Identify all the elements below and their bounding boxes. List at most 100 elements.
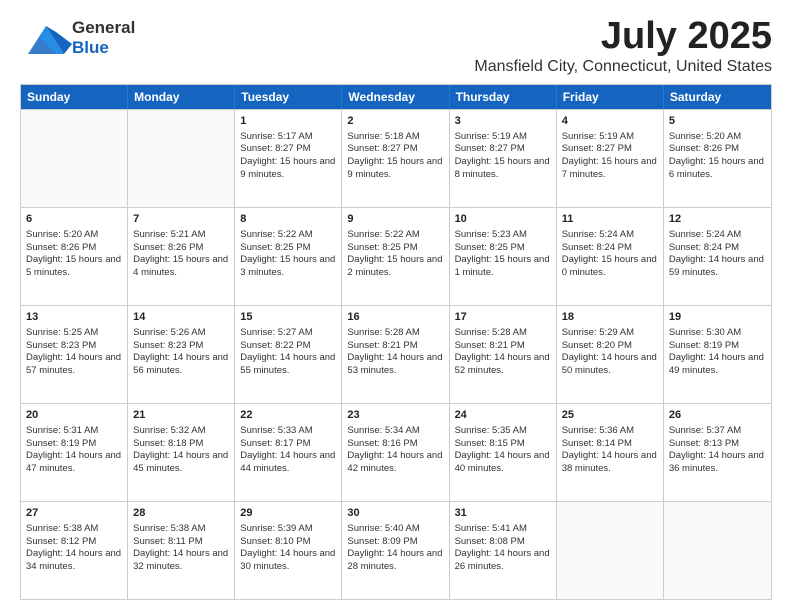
sunset-text: Sunset: 8:17 PM <box>240 438 310 449</box>
sunrise-text: Sunrise: 5:38 AM <box>26 523 98 534</box>
sunset-text: Sunset: 8:22 PM <box>240 340 310 351</box>
calendar-cell: 17 Sunrise: 5:28 AM Sunset: 8:21 PMDayligh… <box>450 306 557 403</box>
day-number: 3 <box>455 114 551 129</box>
sunrise-text: Sunrise: 5:40 AM <box>347 523 419 534</box>
day-number: 18 <box>562 310 658 325</box>
calendar-cell: 24Sunrise: 5:35 AMSunset: 8:15 PMDayligh… <box>450 404 557 501</box>
calendar-cell: 22Sunrise: 5:33 AMSunset: 8:17 PMDayligh… <box>235 404 342 501</box>
sunrise-text: Sunrise: 5:25 AM <box>26 327 98 338</box>
calendar-cell: 18Sunrise: 5:29 AMSunset: 8:20 PMDayligh… <box>557 306 664 403</box>
sunrise-text: Sunrise: 5:24 AM <box>562 229 634 240</box>
daylight-text: Daylight: 14 hours and 52 minutes. <box>455 352 550 376</box>
calendar-day-header: Saturday <box>664 85 771 109</box>
day-number: 17 <box>455 310 551 325</box>
sunset-text: Sunset: 8:16 PM <box>347 438 417 449</box>
day-number: 22 <box>240 408 336 423</box>
calendar-cell: 27Sunrise: 5:38 AMSunset: 8:12 PMDayligh… <box>21 502 128 599</box>
calendar-day-header: Wednesday <box>342 85 449 109</box>
daylight-text: Daylight: 14 hours and 55 minutes. <box>240 352 335 376</box>
sunset-text: Sunset: 8:18 PM <box>133 438 203 449</box>
daylight-text: Daylight: 14 hours and 30 minutes. <box>240 548 335 572</box>
daylight-text: Daylight: 14 hours and 45 minutes. <box>133 450 228 474</box>
calendar-cell: 31Sunrise: 5:41 AMSunset: 8:08 PMDayligh… <box>450 502 557 599</box>
sunrise-text: Sunrise: 5:39 AM <box>240 523 312 534</box>
calendar-cell: 25Sunrise: 5:36 AMSunset: 8:14 PMDayligh… <box>557 404 664 501</box>
daylight-text: Daylight: 15 hours and 4 minutes. <box>133 254 228 278</box>
day-number: 16 <box>347 310 443 325</box>
day-number: 19 <box>669 310 766 325</box>
calendar-cell: 10Sunrise: 5:23 AMSunset: 8:25 PMDayligh… <box>450 208 557 305</box>
sunset-text: Sunset: 8:21 PM <box>347 340 417 351</box>
daylight-text: Daylight: 14 hours and 36 minutes. <box>669 450 764 474</box>
calendar-row: 13Sunrise: 5:25 AMSunset: 8:23 PMDayligh… <box>21 305 771 403</box>
sunset-text: Sunset: 8:13 PM <box>669 438 739 449</box>
sunrise-text: Sunrise: 5:20 AM <box>26 229 98 240</box>
day-number: 24 <box>455 408 551 423</box>
day-number: 8 <box>240 212 336 227</box>
calendar-cell: 3Sunrise: 5:19 AMSunset: 8:27 PMDaylight… <box>450 110 557 207</box>
sunset-text: Sunset: 8:23 PM <box>26 340 96 351</box>
day-number: 31 <box>455 506 551 521</box>
calendar-cell: 14Sunrise: 5:26 AMSunset: 8:23 PMDayligh… <box>128 306 235 403</box>
sunrise-text: Sunrise: 5:29 AM <box>562 327 634 338</box>
sunrise-text: Sunrise: 5:22 AM <box>347 229 419 240</box>
sunset-text: Sunset: 8:26 PM <box>133 242 203 253</box>
sunrise-text: Sunrise: 5:37 AM <box>669 425 741 436</box>
day-number: 27 <box>26 506 122 521</box>
calendar-cell: 12Sunrise: 5:24 AMSunset: 8:24 PMDayligh… <box>664 208 771 305</box>
sunset-text: Sunset: 8:19 PM <box>26 438 96 449</box>
day-number: 10 <box>455 212 551 227</box>
sunrise-text: Sunrise: 5:36 AM <box>562 425 634 436</box>
sunrise-text: Sunrise: 5:28 AM <box>455 327 527 338</box>
sunset-text: Sunset: 8:23 PM <box>133 340 203 351</box>
day-number: 30 <box>347 506 443 521</box>
calendar-cell: 2Sunrise: 5:18 AMSunset: 8:27 PMDaylight… <box>342 110 449 207</box>
day-number: 14 <box>133 310 229 325</box>
sunrise-text: Sunrise: 5:22 AM <box>240 229 312 240</box>
day-number: 21 <box>133 408 229 423</box>
sunset-text: Sunset: 8:21 PM <box>455 340 525 351</box>
logo-general: General <box>72 18 135 38</box>
calendar-row: 1Sunrise: 5:17 AMSunset: 8:27 PMDaylight… <box>21 109 771 207</box>
sunset-text: Sunset: 8:26 PM <box>26 242 96 253</box>
calendar-cell: 16Sunrise: 5:28 AMSunset: 8:21 PMDayligh… <box>342 306 449 403</box>
day-number: 2 <box>347 114 443 129</box>
calendar-cell: 8Sunrise: 5:22 AMSunset: 8:25 PMDaylight… <box>235 208 342 305</box>
page: General Blue July 2025 Mansfield City, C… <box>0 0 792 612</box>
calendar-cell: 1Sunrise: 5:17 AMSunset: 8:27 PMDaylight… <box>235 110 342 207</box>
day-number: 1 <box>240 114 336 129</box>
title-block: July 2025 Mansfield City, Connecticut, U… <box>474 16 772 76</box>
calendar-cell: 20Sunrise: 5:31 AMSunset: 8:19 PMDayligh… <box>21 404 128 501</box>
logo: General Blue <box>20 16 135 60</box>
calendar-cell <box>557 502 664 599</box>
calendar-body: 1Sunrise: 5:17 AMSunset: 8:27 PMDaylight… <box>21 109 771 599</box>
sunset-text: Sunset: 8:24 PM <box>669 242 739 253</box>
sunrise-text: Sunrise: 5:41 AM <box>455 523 527 534</box>
day-number: 4 <box>562 114 658 129</box>
sunset-text: Sunset: 8:08 PM <box>455 536 525 547</box>
day-number: 28 <box>133 506 229 521</box>
sunrise-text: Sunrise: 5:21 AM <box>133 229 205 240</box>
daylight-text: Daylight: 14 hours and 47 minutes. <box>26 450 121 474</box>
sunrise-text: Sunrise: 5:18 AM <box>347 131 419 142</box>
sunset-text: Sunset: 8:25 PM <box>240 242 310 253</box>
sunrise-text: Sunrise: 5:24 AM <box>669 229 741 240</box>
calendar-cell: 13Sunrise: 5:25 AMSunset: 8:23 PMDayligh… <box>21 306 128 403</box>
logo-text: General Blue <box>72 18 135 59</box>
calendar-cell: 19Sunrise: 5:30 AMSunset: 8:19 PMDayligh… <box>664 306 771 403</box>
calendar-day-header: Monday <box>128 85 235 109</box>
calendar: SundayMondayTuesdayWednesdayThursdayFrid… <box>20 84 772 600</box>
daylight-text: Daylight: 14 hours and 32 minutes. <box>133 548 228 572</box>
calendar-cell: 4Sunrise: 5:19 AMSunset: 8:27 PMDaylight… <box>557 110 664 207</box>
day-number: 20 <box>26 408 122 423</box>
calendar-cell: 7Sunrise: 5:21 AMSunset: 8:26 PMDaylight… <box>128 208 235 305</box>
sunrise-text: Sunrise: 5:27 AM <box>240 327 312 338</box>
day-number: 12 <box>669 212 766 227</box>
sunset-text: Sunset: 8:10 PM <box>240 536 310 547</box>
sunrise-text: Sunrise: 5:20 AM <box>669 131 741 142</box>
sunrise-text: Sunrise: 5:19 AM <box>562 131 634 142</box>
calendar-cell: 28Sunrise: 5:38 AMSunset: 8:11 PMDayligh… <box>128 502 235 599</box>
sunset-text: Sunset: 8:12 PM <box>26 536 96 547</box>
calendar-row: 27 Sunrise: 5:38 AM Sunset: 8:12 PM Dayligh… <box>21 501 771 599</box>
day-number: 9 <box>347 212 443 227</box>
